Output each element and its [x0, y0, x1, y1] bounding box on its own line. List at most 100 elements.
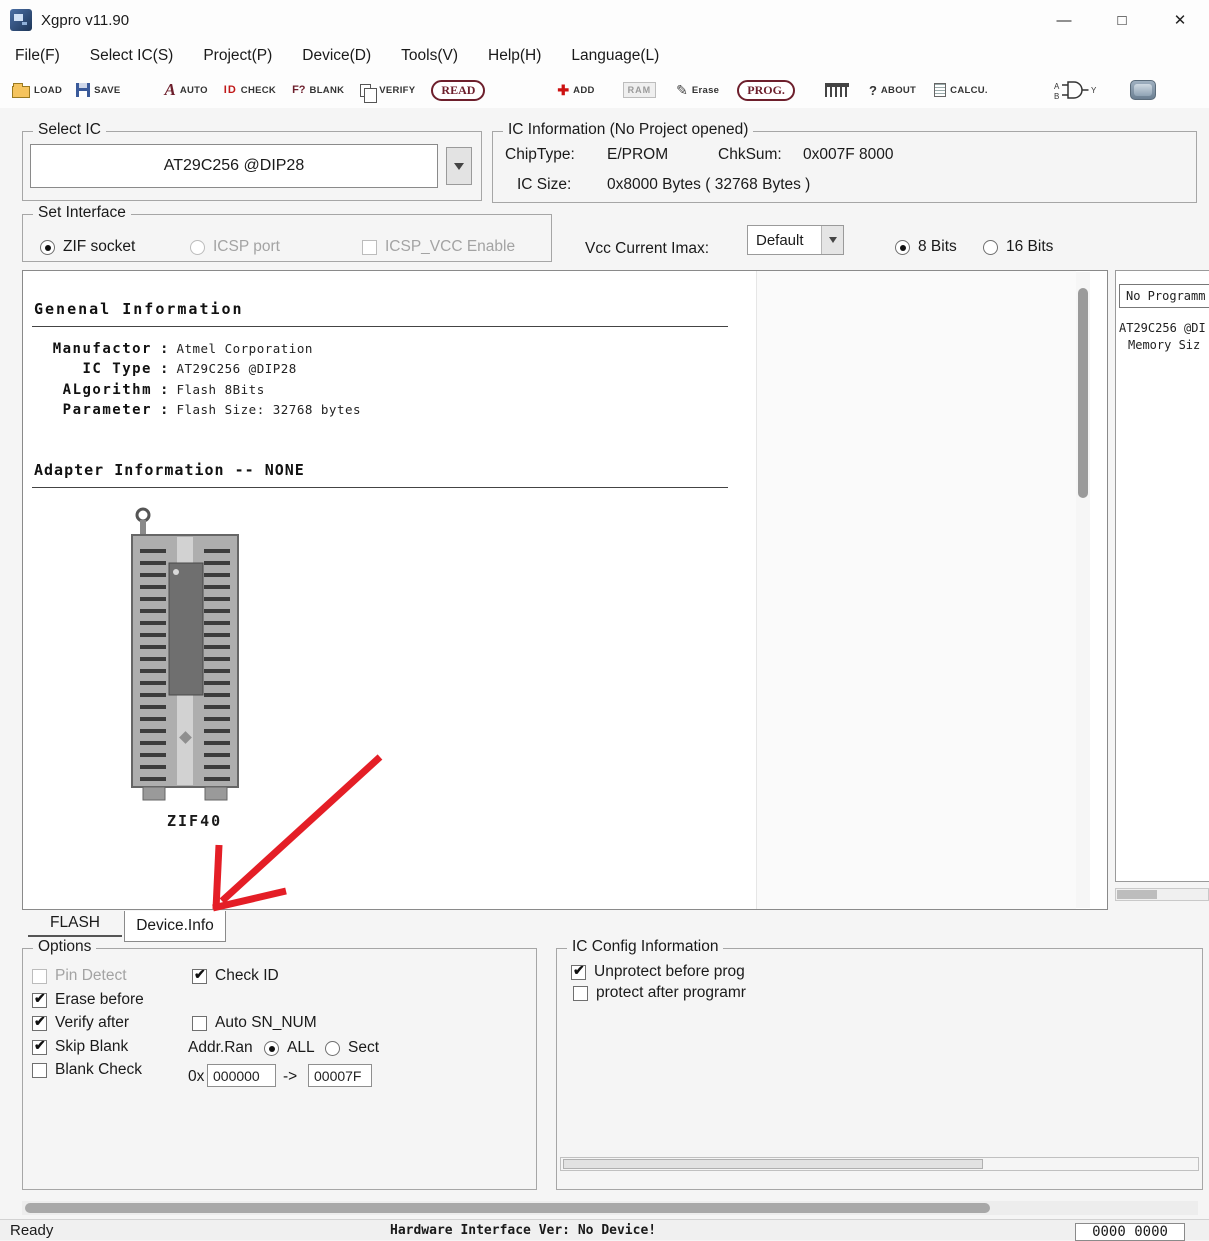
checkbox-icon — [32, 1016, 47, 1031]
right-panel-horizontal-scrollbar[interactable] — [1115, 888, 1209, 901]
ic-combobox-dropdown-button[interactable] — [446, 147, 472, 185]
addr-all-radio[interactable]: ALL — [264, 1039, 315, 1057]
radio-icon — [983, 240, 998, 255]
scrollbar-thumb[interactable] — [25, 1203, 990, 1213]
checkbox-icon — [571, 965, 586, 980]
ic-information-group-title: IC Information (No Project opened) — [503, 121, 753, 139]
chksum-value: 0x007F 8000 — [803, 146, 894, 164]
svg-text:Y: Y — [1091, 86, 1097, 95]
minimize-button[interactable]: — — [1035, 0, 1093, 40]
zif40-label: ZIF40 — [167, 812, 222, 830]
title-bar: Xgpro v11.90 — □ ✕ — [0, 0, 1209, 40]
menu-select-ic[interactable]: Select IC(S) — [75, 43, 189, 69]
addr-sect-radio[interactable]: Sect — [325, 1039, 379, 1057]
icsp-port-radio[interactable]: ICSP port — [190, 238, 280, 256]
pin-detect-checkbox[interactable]: Pin Detect — [32, 967, 127, 985]
checkbox-icon — [192, 969, 207, 984]
blank-question-icon: F? — [292, 84, 305, 96]
status-counter: 0000 0000 — [1075, 1223, 1185, 1241]
vcc-imax-label: Vcc Current Imax: — [585, 240, 709, 258]
pencil-eraser-icon: ✎ — [676, 82, 688, 99]
load-button[interactable]: LOAD — [12, 83, 62, 98]
main-horizontal-scrollbar[interactable] — [22, 1201, 1198, 1215]
erase-before-checkbox[interactable]: Erase before — [32, 991, 144, 1009]
check-id-checkbox[interactable]: Check ID — [192, 967, 279, 985]
auto-sn-checkbox[interactable]: Auto SN_NUM — [192, 1014, 319, 1032]
16-bits-radio[interactable]: 16 Bits — [983, 238, 1053, 256]
blank-button[interactable]: F? BLANK — [292, 84, 344, 96]
chip-type-value: E/PROM — [607, 146, 668, 164]
status-ready: Ready — [10, 1222, 53, 1239]
chevron-down-icon[interactable] — [821, 226, 843, 254]
auto-button[interactable]: A AUTO — [165, 80, 208, 100]
ic-size-label: IC Size: — [517, 176, 571, 194]
scrollbar-thumb[interactable] — [1117, 890, 1157, 899]
adapter-information-title: Adapter Information -- NONE — [34, 461, 305, 479]
menu-help[interactable]: Help(H) — [473, 43, 556, 69]
calculator-icon — [934, 83, 946, 97]
calculator-button[interactable]: CALCU. — [934, 83, 988, 97]
radio-icon — [325, 1041, 340, 1056]
menu-device[interactable]: Device(D) — [287, 43, 386, 69]
divider — [32, 326, 728, 327]
range-arrow-label: -> — [283, 1068, 297, 1086]
check-id-button[interactable]: ID CHECK — [224, 84, 276, 96]
tv-mode-button[interactable] — [1130, 80, 1156, 100]
hex-prefix-label: 0x — [188, 1068, 204, 1086]
zif-socket-drawing — [130, 505, 246, 805]
addr-range-label: Addr.Ran — [188, 1039, 253, 1057]
device-panel-vertical-scrollbar[interactable] — [1076, 272, 1090, 908]
ram-button[interactable]: RAM — [623, 82, 657, 98]
icsp-vcc-checkbox[interactable]: ICSP_VCC Enable — [362, 238, 515, 256]
close-button[interactable]: ✕ — [1151, 0, 1209, 40]
open-folder-icon — [12, 86, 30, 98]
prog-oval-icon: PROG. — [737, 80, 795, 101]
menu-bar: File(F) Select IC(S) Project(P) Device(D… — [0, 40, 1209, 72]
chevron-down-icon — [454, 163, 464, 170]
read-button[interactable]: READ — [431, 80, 485, 101]
add-button[interactable]: ✚ ADD — [557, 82, 594, 99]
verify-button[interactable]: VERIFY — [360, 84, 415, 97]
scrollbar-thumb[interactable] — [1078, 288, 1088, 498]
general-information-title: Genenal Information — [34, 300, 244, 318]
protect-after-program-checkbox[interactable]: protect after programr — [573, 984, 746, 1002]
erase-button[interactable]: ✎ Erase — [676, 82, 719, 99]
selected-ic-combobox[interactable]: AT29C256 @DIP28 — [30, 144, 438, 188]
select-ic-group-title: Select IC — [33, 121, 106, 139]
radio-icon — [40, 240, 55, 255]
logic-test-button[interactable]: A B Y — [1054, 80, 1100, 100]
programmer-status-panel: No Programm AT29C256 @DI Memory Siz — [1115, 270, 1209, 882]
about-button[interactable]: ? ABOUT — [869, 83, 916, 98]
menu-file[interactable]: File(F) — [0, 43, 75, 69]
menu-language[interactable]: Language(L) — [556, 43, 674, 69]
socket-tool-button[interactable] — [825, 83, 849, 97]
radio-icon — [190, 240, 205, 255]
unprotect-before-prog-checkbox[interactable]: Unprotect before prog — [571, 963, 745, 981]
tab-flash[interactable]: FLASH — [28, 911, 122, 937]
range-start-input[interactable] — [207, 1064, 276, 1087]
ic-information-group: IC Information (No Project opened) — [492, 131, 1197, 203]
ic-config-horizontal-scrollbar[interactable] — [560, 1157, 1199, 1171]
right-panel-memory-size: Memory Siz — [1128, 338, 1200, 352]
radio-icon — [264, 1041, 279, 1056]
status-bar: Ready Hardware Interface Ver: No Device!… — [0, 1219, 1209, 1240]
scrollbar-thumb[interactable] — [563, 1159, 983, 1169]
window-title: Xgpro v11.90 — [41, 12, 129, 29]
maximize-button[interactable]: □ — [1093, 0, 1151, 40]
verify-after-checkbox[interactable]: Verify after — [32, 1014, 129, 1032]
blank-check-checkbox[interactable]: Blank Check — [32, 1061, 142, 1079]
zif-socket-radio[interactable]: ZIF socket — [40, 238, 135, 256]
prog-button[interactable]: PROG. — [737, 80, 795, 101]
save-button[interactable]: SAVE — [76, 83, 120, 97]
menu-project[interactable]: Project(P) — [188, 43, 287, 69]
range-end-input[interactable] — [308, 1064, 372, 1087]
menu-tools[interactable]: Tools(V) — [386, 43, 473, 69]
pin-header-icon — [825, 83, 849, 97]
ic-type-row: IC Type : AT29C256 @DIP28 — [34, 361, 297, 377]
skip-blank-checkbox[interactable]: Skip Blank — [32, 1038, 128, 1056]
tab-device-info[interactable]: Device.Info — [124, 911, 226, 942]
id-badge-icon: ID — [224, 84, 237, 96]
ic-size-value: 0x8000 Bytes ( 32768 Bytes ) — [607, 176, 810, 194]
8-bits-radio[interactable]: 8 Bits — [895, 238, 957, 256]
vcc-imax-select[interactable]: Default — [747, 225, 844, 255]
